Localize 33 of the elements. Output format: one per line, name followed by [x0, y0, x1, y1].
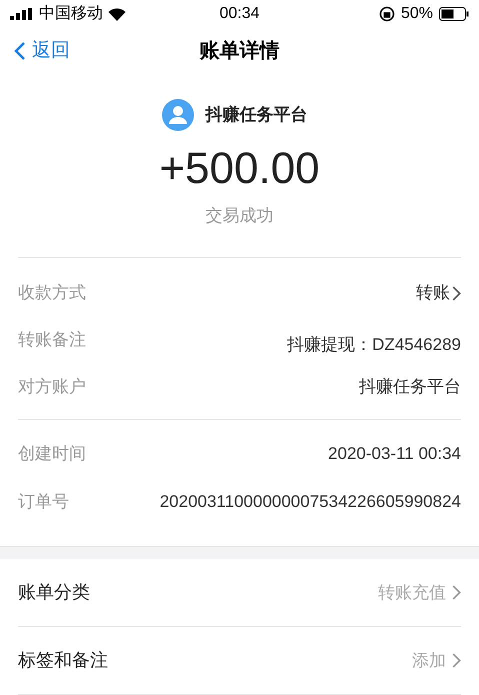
settings-row[interactable]: 账单分类 转账充值 — [18, 559, 461, 627]
detail-label: 对方账户 — [18, 376, 86, 398]
battery-icon — [438, 7, 469, 22]
carrier-name: 中国移动 — [39, 4, 103, 24]
chevron-right-icon — [452, 585, 461, 600]
detail-value: 抖赚提现：DZ4546289 — [287, 334, 461, 356]
amount: +500.00 — [159, 143, 320, 196]
transaction-status: 交易成功 — [206, 205, 274, 228]
row-value: 转账充值 — [378, 582, 446, 604]
payer-name: 抖赚任务平台 — [206, 104, 308, 126]
detail-value: 2020-03-11 00:34 — [328, 442, 461, 465]
page-title: 账单详情 — [200, 38, 280, 64]
back-button[interactable]: 返回 — [14, 37, 70, 66]
detail-label: 转账备注 — [18, 329, 86, 352]
detail-link[interactable]: 转账 — [416, 280, 461, 306]
signal-icon — [10, 8, 34, 20]
avatar-icon — [162, 99, 194, 132]
detail-value: 抖赚任务平台 — [359, 376, 461, 398]
detail-label: 订单号 — [18, 490, 69, 513]
settings-row[interactable]: 标签和备注 添加 — [18, 627, 461, 695]
chevron-right-icon — [452, 653, 461, 668]
rotation-lock-icon — [378, 6, 395, 22]
row-value: 添加 — [412, 650, 446, 672]
status-time: 00:34 — [219, 4, 260, 24]
row-label: 账单分类 — [18, 581, 90, 604]
battery-percent: 50% — [400, 4, 433, 24]
wifi-icon — [108, 8, 126, 21]
chevron-right-icon — [452, 286, 461, 301]
detail-value: 20200311000000007534226605990824 — [160, 490, 461, 513]
detail-label: 收款方式 — [18, 282, 86, 304]
row-label: 标签和备注 — [18, 649, 108, 672]
chevron-left-icon — [14, 41, 26, 62]
detail-label: 创建时间 — [18, 442, 86, 465]
